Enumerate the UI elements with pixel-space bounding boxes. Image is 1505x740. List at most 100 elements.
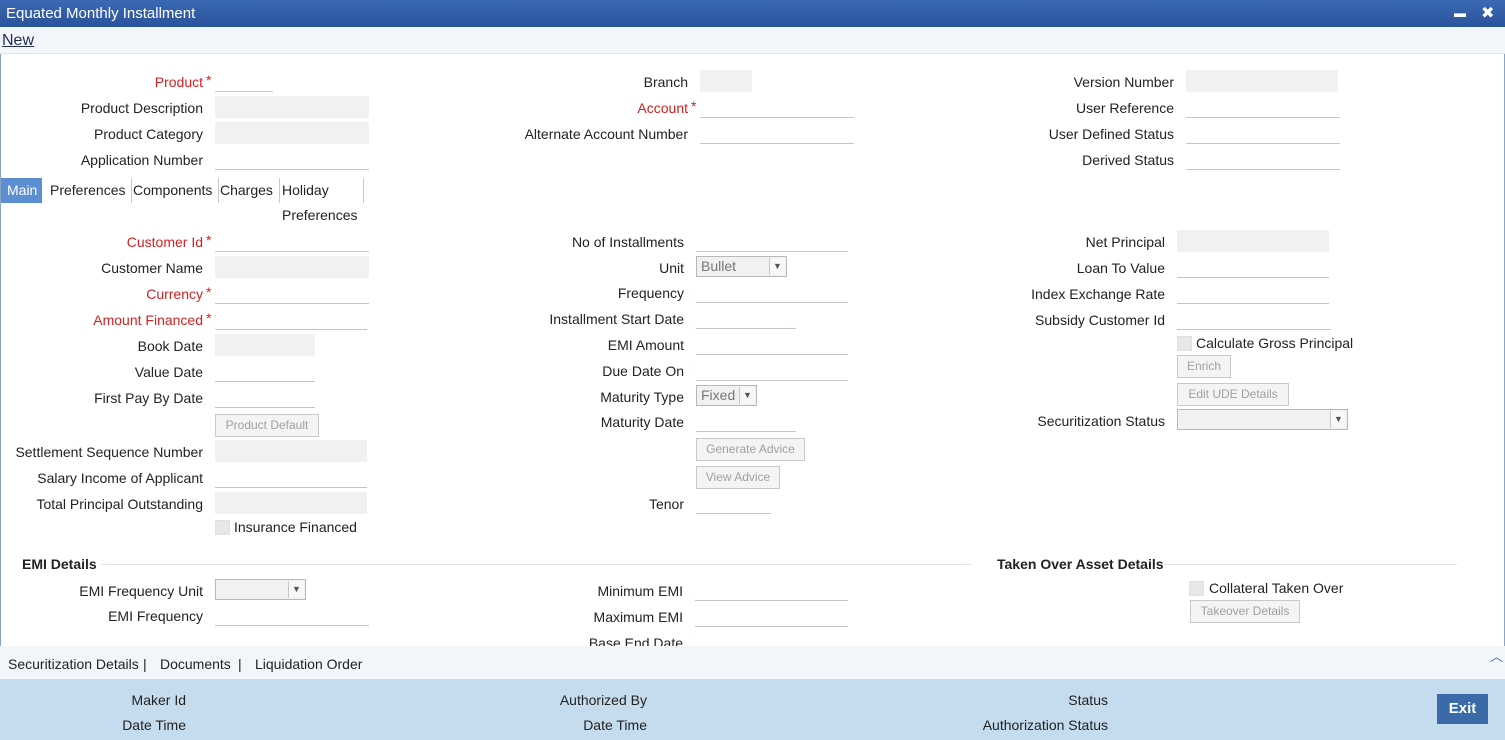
calculate-gross-principal-label: Calculate Gross Principal	[1196, 335, 1354, 351]
derived-status-label: Derived Status	[1082, 152, 1174, 168]
view-advice-button[interactable]: View Advice	[696, 466, 780, 489]
frequency-input[interactable]	[696, 281, 848, 303]
chevron-down-icon: ▼	[769, 258, 785, 275]
book-date-label: Book Date	[137, 338, 203, 354]
alternate-account-input[interactable]	[700, 122, 854, 144]
securitization-status-select[interactable]: ▼	[1177, 409, 1348, 430]
derived-status-input[interactable]	[1186, 148, 1340, 170]
takeover-details-button[interactable]: Takeover Details	[1190, 600, 1300, 623]
taken-over-asset-heading: Taken Over Asset Details	[997, 556, 1164, 572]
status-label: Status	[1068, 692, 1108, 708]
minimize-icon[interactable]: ▬	[1454, 6, 1466, 20]
product-category-field	[215, 122, 369, 144]
required-mark: *	[206, 72, 212, 88]
required-mark: *	[206, 310, 212, 326]
base-end-date-clip: Base End Date	[521, 628, 691, 646]
product-description-field	[215, 96, 369, 118]
required-mark: *	[206, 232, 212, 248]
exit-button[interactable]: Exit	[1437, 694, 1488, 724]
maximum-emi-input[interactable]	[695, 605, 848, 627]
minimum-emi-input[interactable]	[695, 579, 848, 601]
maturity-type-select[interactable]: Fixed ▼	[696, 385, 757, 406]
securitization-details-link[interactable]: Securitization Details	[8, 656, 139, 672]
user-reference-input[interactable]	[1186, 96, 1340, 118]
separator: |	[238, 656, 242, 672]
tab-components[interactable]: Components	[127, 178, 220, 203]
divider	[101, 564, 971, 565]
tab-charges[interactable]: Charges	[214, 178, 280, 203]
minimum-emi-label: Minimum EMI	[597, 583, 683, 599]
documents-link[interactable]: Documents	[160, 656, 231, 672]
maturity-date-input[interactable]	[696, 410, 796, 432]
application-number-input[interactable]	[215, 148, 369, 170]
collateral-taken-over-checkbox[interactable]	[1189, 581, 1204, 596]
no-of-installments-input[interactable]	[696, 230, 848, 252]
branch-field	[700, 70, 752, 92]
branch-label: Branch	[643, 74, 688, 90]
user-defined-status-input[interactable]	[1186, 122, 1340, 144]
customer-name-field	[215, 256, 369, 278]
total-principal-field	[215, 492, 367, 514]
due-date-on-input[interactable]	[696, 359, 848, 381]
version-number-label: Version Number	[1073, 74, 1174, 90]
tenor-input[interactable]	[696, 492, 771, 514]
required-mark: *	[691, 98, 697, 114]
insurance-financed-label: Insurance Financed	[234, 519, 357, 535]
enrich-button[interactable]: Enrich	[1177, 355, 1231, 378]
tenor-label: Tenor	[648, 496, 684, 512]
emi-amount-input[interactable]	[696, 333, 848, 355]
currency-input[interactable]	[215, 282, 369, 304]
unit-value: Bullet	[701, 258, 737, 274]
emi-frequency-unit-label: EMI Frequency Unit	[79, 583, 203, 599]
toolbar: New	[0, 27, 1505, 54]
net-principal-label: Net Principal	[1085, 234, 1165, 250]
currency-label: Currency	[146, 286, 203, 302]
authorization-status-label: Authorization Status	[982, 717, 1108, 733]
account-input[interactable]	[700, 96, 854, 118]
chevron-down-icon: ▼	[1330, 411, 1346, 428]
close-icon[interactable]: ✖	[1481, 3, 1494, 23]
value-date-input[interactable]	[215, 360, 315, 382]
amount-financed-input[interactable]	[215, 308, 367, 330]
installment-start-date-input[interactable]	[696, 307, 796, 329]
loan-to-value-input[interactable]	[1177, 256, 1329, 278]
index-exchange-rate-label: Index Exchange Rate	[1031, 286, 1165, 302]
first-pay-by-date-input[interactable]	[215, 386, 315, 408]
product-input[interactable]	[215, 70, 273, 92]
user-reference-label: User Reference	[1075, 100, 1174, 116]
subsidy-customer-id-label: Subsidy Customer Id	[1035, 312, 1165, 328]
maturity-type-label: Maturity Type	[600, 389, 684, 405]
calculate-gross-principal-checkbox[interactable]	[1177, 336, 1192, 351]
customer-id-input[interactable]	[215, 230, 369, 252]
emi-amount-label: EMI Amount	[607, 337, 684, 353]
tab-preferences[interactable]: Preferences	[44, 178, 133, 203]
emi-details-heading: EMI Details	[22, 556, 97, 572]
window-titlebar: Equated Monthly Installment ▬ ✖	[0, 0, 1505, 27]
maximum-emi-label: Maximum EMI	[593, 609, 683, 625]
customer-name-label: Customer Name	[101, 260, 203, 276]
generate-advice-button[interactable]: Generate Advice	[696, 438, 805, 461]
edit-ude-details-button[interactable]: Edit UDE Details	[1177, 383, 1289, 406]
index-exchange-rate-input[interactable]	[1177, 282, 1329, 304]
frequency-label: Frequency	[617, 285, 684, 301]
authorized-by-label: Authorized By	[559, 692, 647, 708]
insurance-financed-checkbox[interactable]	[215, 520, 230, 535]
tab-main[interactable]: Main	[1, 178, 42, 203]
maturity-type-value: Fixed	[701, 387, 736, 403]
product-default-button[interactable]: Product Default	[215, 414, 319, 437]
first-pay-by-date-label: First Pay By Date	[94, 390, 203, 406]
emi-frequency-label: EMI Frequency	[108, 608, 203, 624]
account-label: Account	[637, 100, 688, 116]
unit-select[interactable]: Bullet ▼	[696, 256, 787, 277]
required-mark: *	[206, 284, 212, 300]
emi-frequency-unit-select[interactable]: ▼	[215, 579, 306, 600]
subsidy-customer-id-input[interactable]	[1177, 308, 1331, 330]
liquidation-order-link[interactable]: Liquidation Order	[255, 656, 362, 672]
new-link[interactable]: New	[2, 32, 34, 50]
maturity-date-label: Maturity Date	[600, 414, 684, 430]
scroll-up-icon[interactable]: ︿	[1490, 646, 1503, 665]
emi-frequency-input[interactable]	[215, 604, 369, 626]
salary-income-input[interactable]	[215, 466, 367, 488]
tab-holiday-preferences[interactable]: Holiday Preferences	[276, 178, 365, 223]
authorized-date-time-label: Date Time	[583, 717, 647, 733]
